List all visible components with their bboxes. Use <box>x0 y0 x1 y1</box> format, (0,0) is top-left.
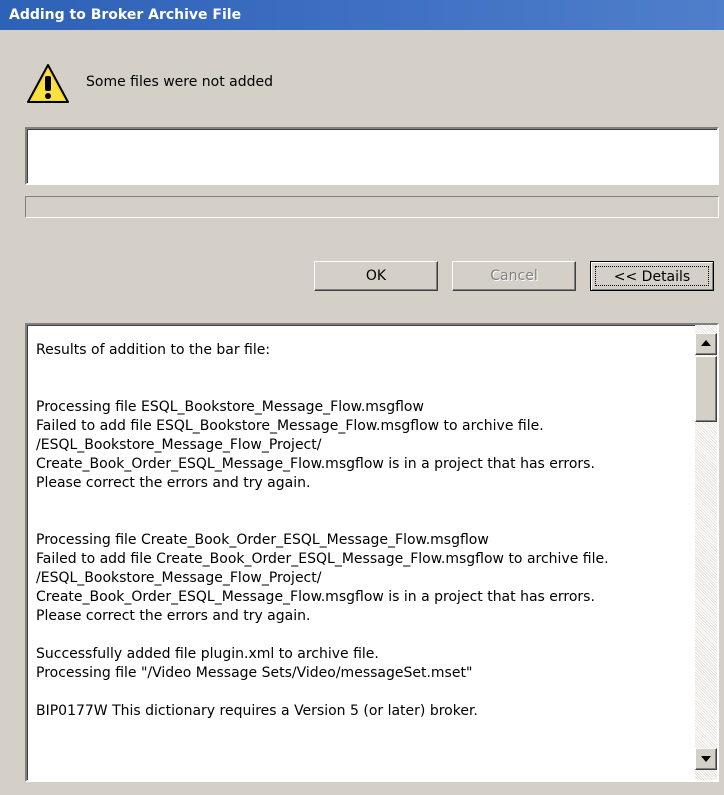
progress-bar <box>25 196 719 218</box>
dialog-title: Adding to Broker Archive File <box>0 0 724 30</box>
scroll-thumb[interactable] <box>695 356 717 422</box>
details-line <box>36 512 686 531</box>
up-arrow-icon <box>701 340 711 346</box>
vertical-scrollbar[interactable] <box>695 325 717 780</box>
details-line: Successfully added file plugin.xml to ar… <box>36 646 379 662</box>
scroll-down-button[interactable] <box>695 748 717 770</box>
details-line: Processing file ESQL_Bookstore_Message_F… <box>36 399 424 415</box>
details-line <box>36 360 686 379</box>
details-line <box>36 379 686 398</box>
details-line: Failed to add file Create_Book_Order_ESQ… <box>36 551 609 567</box>
details-button-label: << Details <box>595 266 709 286</box>
details-line: Processing file "/Video Message Sets/Vid… <box>36 665 473 681</box>
scroll-up-button[interactable] <box>695 333 717 355</box>
ok-button[interactable]: OK <box>314 261 438 291</box>
details-line <box>36 493 686 512</box>
details-line: Create_Book_Order_ESQL_Message_Flow.msgf… <box>36 589 595 605</box>
details-textarea[interactable]: Results of addition to the bar file: Proc… <box>25 323 719 782</box>
details-line: Create_Book_Order_ESQL_Message_Flow.msgf… <box>36 456 595 472</box>
details-line: Please correct the errors and try again. <box>36 608 311 624</box>
details-line: /ESQL_Bookstore_Message_Flow_Project/ <box>36 437 322 453</box>
details-log: Results of addition to the bar file: Proc… <box>36 341 686 721</box>
details-line: Results of addition to the bar file: <box>36 342 271 358</box>
details-line <box>36 683 686 702</box>
details-button[interactable]: << Details <box>590 261 714 291</box>
status-message: Some files were not added <box>86 74 274 90</box>
details-line: BIP0177W This dictionary requires a Vers… <box>36 703 478 719</box>
details-line: Failed to add file ESQL_Bookstore_Messag… <box>36 418 544 434</box>
details-line: Please correct the errors and try again. <box>36 475 311 491</box>
details-line: /ESQL_Bookstore_Message_Flow_Project/ <box>36 570 322 586</box>
down-arrow-icon <box>701 756 711 762</box>
cancel-button[interactable]: Cancel <box>452 261 576 291</box>
details-line <box>36 626 686 645</box>
warning-icon <box>26 62 70 106</box>
dialog-window: Adding to Broker Archive File Some files… <box>0 0 724 795</box>
details-line: Processing file Create_Book_Order_ESQL_M… <box>36 532 489 548</box>
status-textbox <box>25 127 719 185</box>
